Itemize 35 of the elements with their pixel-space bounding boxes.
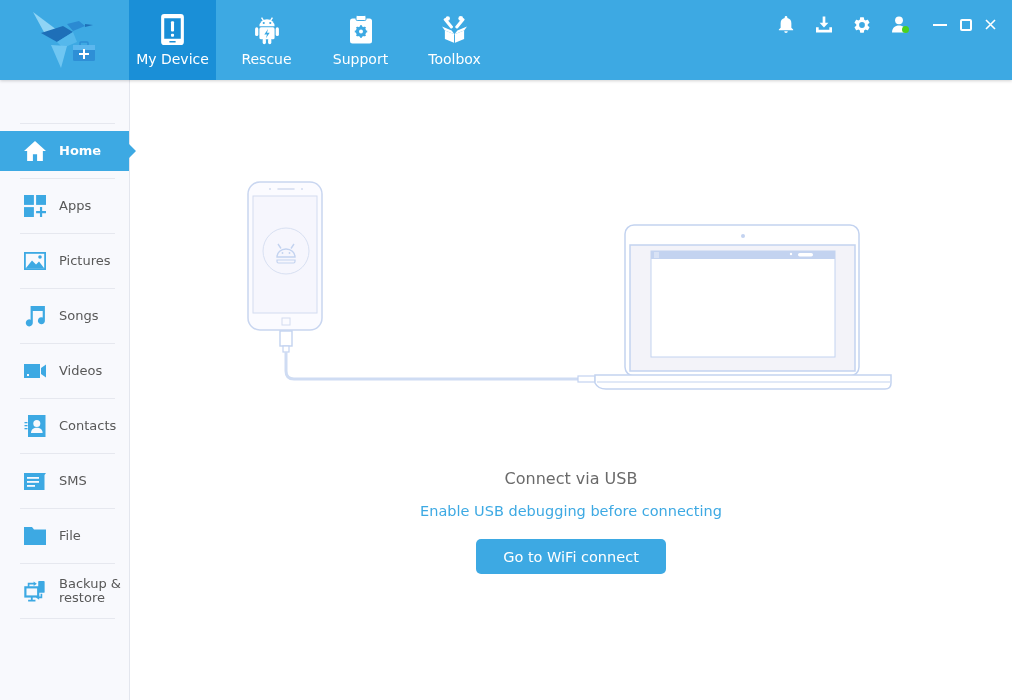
sidebar-item[interactable]: Videos — [0, 351, 129, 391]
sidebar-item[interactable]: Apps — [0, 186, 129, 226]
account-button[interactable] — [892, 16, 906, 33]
folder-icon — [24, 525, 46, 547]
settings-icon — [854, 16, 870, 33]
sidebar-item[interactable]: Contacts — [0, 406, 129, 446]
bell-icon — [778, 16, 794, 33]
picture-icon — [24, 250, 46, 272]
clipboard-gear-icon — [349, 14, 372, 45]
home-icon — [24, 140, 46, 162]
minimize-icon — [933, 23, 947, 26]
minimize-button[interactable] — [933, 23, 947, 26]
close-icon — [985, 19, 996, 30]
toolbox-icon — [442, 14, 467, 45]
message-icon — [24, 470, 46, 492]
sidebar-item[interactable]: Pictures — [0, 241, 129, 281]
maximize-icon — [960, 18, 972, 31]
settings-button[interactable] — [854, 16, 870, 33]
sidebar-item[interactable]: File — [0, 516, 129, 556]
contact-card-icon — [24, 415, 46, 437]
sidebar-item[interactable]: SMS — [0, 461, 129, 501]
nav-tab[interactable]: My Device — [129, 0, 216, 80]
bird-logo — [32, 12, 97, 68]
apps-grid-icon — [24, 195, 46, 217]
download-button[interactable] — [816, 16, 832, 33]
sidebar-item[interactable]: Songs — [0, 296, 129, 336]
sidebar-item[interactable]: Backup & restore — [0, 571, 129, 611]
maximize-button[interactable] — [960, 18, 972, 31]
download-icon — [816, 16, 832, 33]
phone-alert-icon — [161, 14, 184, 45]
music-note-icon — [24, 305, 46, 327]
monitor-sync-icon — [24, 580, 46, 602]
connect-title: Connect via USB — [504, 469, 638, 489]
notifications-button[interactable] — [778, 16, 794, 33]
close-button[interactable] — [985, 19, 996, 30]
